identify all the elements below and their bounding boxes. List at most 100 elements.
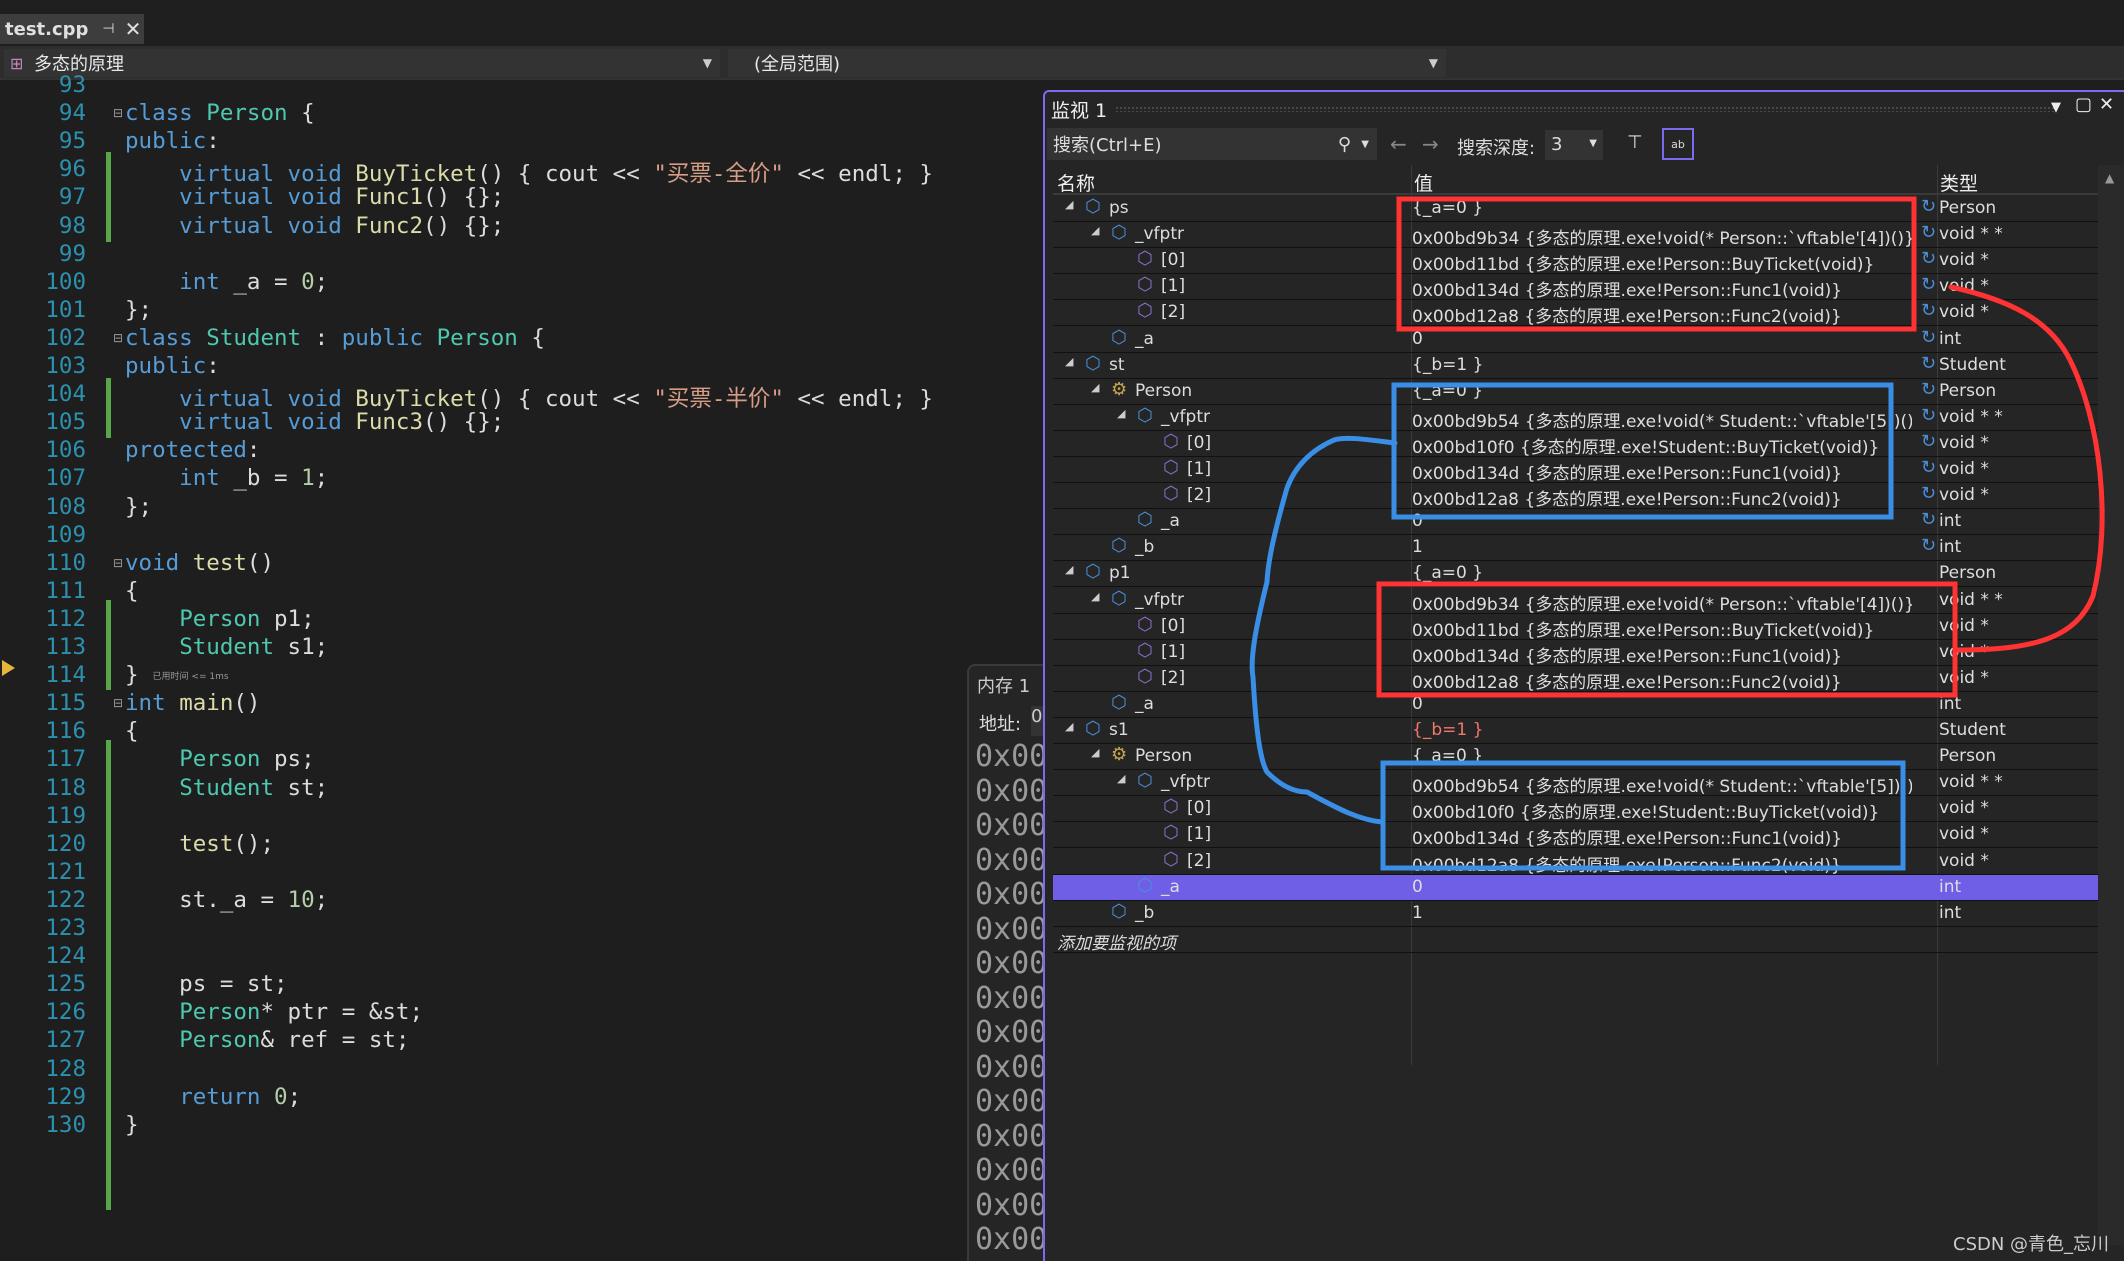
watch-value[interactable]: 0 [1412,877,1912,897]
column-value[interactable]: 值 [1414,169,1433,196]
search-input[interactable]: 搜索(Ctrl+E) ⚲ ▼ [1047,128,1377,160]
watch-value[interactable]: 0x00bd9b54 {多态的原理.exe!void(* Student::`v… [1412,407,1912,432]
watch-value[interactable]: 0x00bd134d {多态的原理.exe!Person::Func1(void… [1412,824,1912,849]
scroll-up-icon[interactable]: ▲ [2105,171,2114,185]
expand-arrow-icon[interactable]: ◢ [1091,224,1099,237]
watch-row[interactable]: ⬡ _a 0 ↻ int [1053,327,2101,353]
column-type[interactable]: 类型 [1940,169,1978,196]
code-line[interactable]: class Student : public Person { [125,325,545,351]
search-icon[interactable]: ⚲ [1338,134,1351,155]
refresh-icon[interactable]: ↻ [1921,196,1936,217]
watch-value[interactable]: 0x00bd12a8 {多态的原理.exe!Person::Func2(void… [1412,668,1912,693]
watch-value[interactable]: 0x00bd11bd {多态的原理.exe!Person::BuyTicket(… [1412,250,1912,275]
fold-toggle-icon[interactable]: ⊟ [113,696,123,710]
back-arrow-icon[interactable]: ← [1390,132,1407,156]
watch-row[interactable]: ⬡ [2] 0x00bd12a8 {多态的原理.exe!Person::Func2(… [1053,849,2101,876]
refresh-icon[interactable]: ↻ [1921,274,1936,295]
address-input[interactable]: 0 [1031,706,1043,736]
watch-value[interactable]: 0x00bd9b34 {多态的原理.exe!void(* Person::`vf… [1412,224,1912,249]
code-line[interactable]: public: [125,353,220,379]
code-line[interactable]: } [125,1112,139,1138]
code-line[interactable]: Student s1; [125,634,328,660]
watch-row[interactable]: ◢ ⬡ ps {_a=0 } ↻ Person [1053,196,2101,222]
close-icon[interactable]: ✕ [125,17,142,41]
watch-value[interactable]: {_a=0 } [1412,563,1912,583]
title-grip[interactable] [1115,106,2055,112]
code-line[interactable]: int _b = 1; [125,465,328,491]
code-line[interactable]: }; [125,297,152,323]
watch-row[interactable]: ⬡ [2] 0x00bd12a8 {多态的原理.exe!Person::Func2(… [1053,483,2101,510]
watch-value[interactable]: 0x00bd134d {多态的原理.exe!Person::Func1(void… [1412,642,1912,667]
fold-toggle-icon[interactable]: ⊟ [113,331,123,345]
refresh-icon[interactable]: ↻ [1921,457,1936,478]
expand-arrow-icon[interactable]: ◢ [1065,198,1073,211]
code-line[interactable]: return 0; [125,1084,301,1110]
watch-row[interactable]: ◢ ⚙ Person {_a=0 } ↻ Person [1053,379,2101,405]
watch-row[interactable]: ◢ ⬡ st {_b=1 } ↻ Student [1053,353,2101,379]
refresh-icon[interactable]: ↻ [1921,379,1936,400]
refresh-icon[interactable]: ↻ [1921,222,1936,243]
watch-value[interactable]: 0 [1412,329,1912,349]
code-line[interactable]: test(); [125,831,274,857]
expand-arrow-icon[interactable]: ◢ [1065,563,1073,576]
watch-value[interactable]: 0x00bd134d {多态的原理.exe!Person::Func1(void… [1412,459,1912,484]
close-icon[interactable]: ✕ [2099,94,2114,115]
watch-row[interactable]: ⬡ [0] 0x00bd11bd {多态的原理.exe!Person::BuyTic… [1053,614,2101,641]
watch-value[interactable]: {_a=0 } [1412,198,1912,218]
watch-row[interactable]: ⬡ [0] 0x00bd10f0 {多态的原理.exe!Student::BuyTi… [1053,431,2101,458]
watch-row[interactable]: ◢ ⬡ _vfptr 0x00bd9b54 {多态的原理.exe!void(* Stu… [1053,405,2101,432]
refresh-icon[interactable]: ↻ [1921,483,1936,504]
watch-row[interactable]: ⬡ [1] 0x00bd134d {多态的原理.exe!Person::Func1(… [1053,822,2101,849]
watch-row[interactable]: ⬡ _a 0 ↻ int [1053,509,2101,536]
refresh-icon[interactable]: ↻ [1921,509,1936,530]
expand-arrow-icon[interactable]: ◢ [1091,746,1099,759]
watch-row[interactable]: ⬡ [0] 0x00bd10f0 {多态的原理.exe!Student::BuyTi… [1053,796,2101,823]
expand-arrow-icon[interactable]: ◢ [1091,381,1099,394]
watch-row[interactable]: ◢ ⬡ _vfptr 0x00bd9b34 {多态的原理.exe!void(* Per… [1053,588,2101,615]
watch-row[interactable]: ◢ ⬡ s1 {_b=1 } Student [1053,718,2101,744]
watch-row[interactable]: ◢ ⬡ _vfptr 0x00bd9b54 {多态的原理.exe!void(* Stu… [1053,770,2101,797]
watch-value[interactable]: 0 [1412,511,1912,531]
watch-value[interactable]: 0x00bd12a8 {多态的原理.exe!Person::Func2(void… [1412,851,1912,876]
dropdown-icon[interactable]: ▼ [2051,100,2061,115]
watch-value[interactable]: 1 [1412,537,1912,557]
watch-value[interactable]: {_a=0 } [1412,746,1912,766]
project-dropdown[interactable]: ⊞ 多态的原理 ▼ [4,49,720,77]
forward-arrow-icon[interactable]: → [1422,132,1439,156]
watch-row[interactable]: ⬡ _b 1 int [1053,901,2101,927]
watch-value[interactable]: {_a=0 } [1412,381,1912,401]
refresh-icon[interactable]: ↻ [1921,300,1936,321]
expand-arrow-icon[interactable]: ◢ [1117,772,1125,785]
add-watch-item[interactable]: 添加要监视的项 [1053,927,2101,954]
code-line[interactable]: int main() [125,690,260,716]
fold-toggle-icon[interactable]: ⊟ [113,106,123,120]
watch-row[interactable]: ⬡ [2] 0x00bd12a8 {多态的原理.exe!Person::Func2(… [1053,300,2101,327]
scrollbar[interactable]: ▲ [2098,165,2124,1245]
watch-value[interactable]: 0x00bd9b34 {多态的原理.exe!void(* Person::`vf… [1412,590,1912,615]
watch-row[interactable]: ⬡ [1] 0x00bd134d {多态的原理.exe!Person::Func1(… [1053,457,2101,484]
code-line[interactable]: class Person { [125,100,315,126]
scope-dropdown[interactable]: (全局范围) ▼ [728,49,1446,77]
code-line[interactable]: Student st; [125,775,328,801]
watch-row[interactable]: ⬡ _a 0 int [1053,692,2101,718]
watch-value[interactable]: 0 [1412,694,1912,714]
code-line[interactable]: Person* ptr = &st; [125,999,423,1025]
refresh-icon[interactable]: ↻ [1921,327,1936,348]
chevron-down-icon[interactable]: ▼ [1361,139,1369,150]
code-line[interactable]: { [125,578,139,604]
watch-row[interactable]: ⬡ [1] 0x00bd134d {多态的原理.exe!Person::Func1(… [1053,640,2101,667]
code-line[interactable]: virtual void Func3() {}; [125,409,504,435]
code-line[interactable]: void test() [125,550,274,576]
tab-test-cpp[interactable]: test.cpp ⊣ ✕ [0,14,144,44]
pin-icon[interactable]: ⊣ [102,21,114,37]
expand-arrow-icon[interactable]: ◢ [1091,590,1099,603]
pin-icon[interactable]: ⊤ [1627,132,1643,153]
watch-row[interactable]: ⬡ [1] 0x00bd134d {多态的原理.exe!Person::Func1(… [1053,274,2101,301]
maximize-icon[interactable]: ▢ [2075,94,2092,115]
code-line[interactable]: ps = st; [125,971,287,997]
refresh-icon[interactable]: ↻ [1921,431,1936,452]
watch-value[interactable]: 0x00bd10f0 {多态的原理.exe!Student::BuyTicket… [1412,798,1912,823]
code-line[interactable]: protected: [125,437,260,463]
watch-value[interactable]: 0x00bd10f0 {多态的原理.exe!Student::BuyTicket… [1412,433,1912,458]
watch-value[interactable]: {_b=1 } [1412,720,1912,740]
